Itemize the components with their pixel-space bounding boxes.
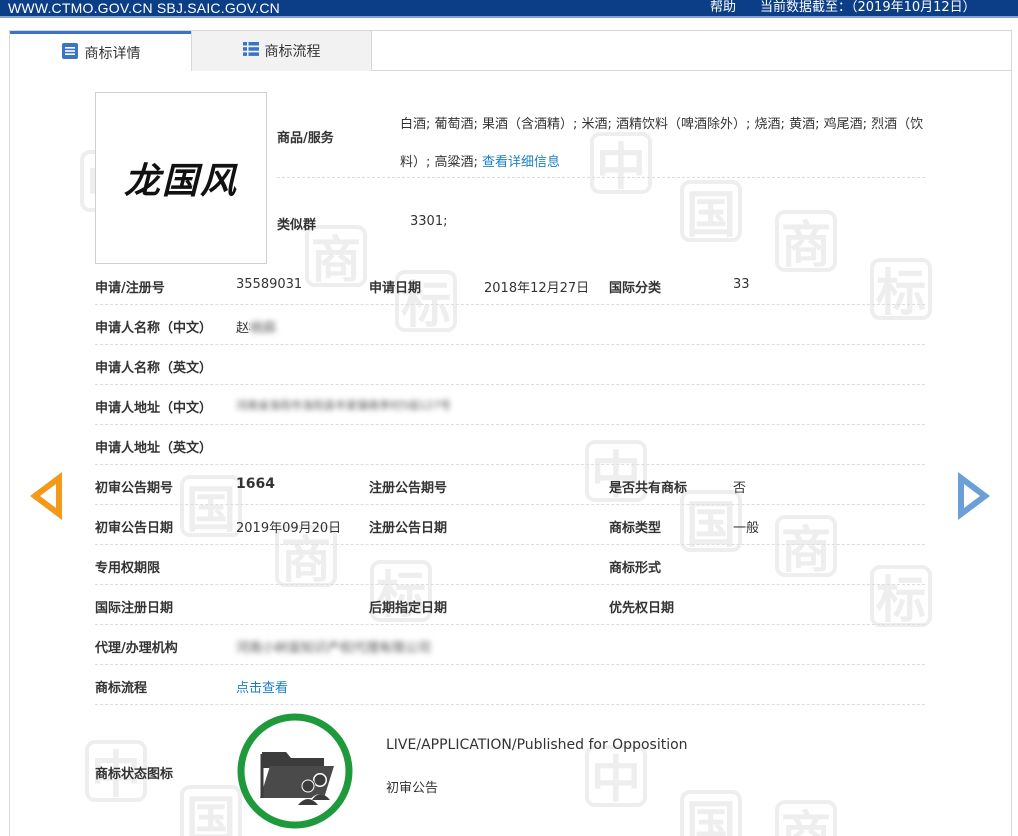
tab-label: 商标流程: [264, 44, 321, 60]
priority-date-label: 优先权日期: [609, 601, 675, 616]
divider: [95, 664, 925, 665]
data-date-note: 当前数据截至：（2019年10月12日）: [760, 0, 976, 15]
similar-group-label: 类似群: [277, 218, 317, 233]
status-chinese: 初审公告: [386, 781, 439, 796]
watermark-glyph: 商: [775, 515, 837, 579]
applicant-en-label: 申请人名称（英文）: [95, 361, 213, 376]
watermark-glyph: 国: [680, 790, 742, 836]
mark-type-value: 一般: [733, 521, 760, 536]
address-cn-label: 申请人地址（中文）: [95, 401, 213, 416]
shared-mark-label: 是否共有商标: [609, 481, 688, 496]
applicant-cn-value: 赵桃蒜桃蒜: [236, 317, 278, 336]
tab-label: 商标详情: [84, 46, 141, 62]
help-link[interactable]: 帮助: [710, 0, 736, 16]
prelim-issue-value: 1664: [236, 476, 275, 492]
address-cn-value: 河南省洛阳市洛阳县辛家镇南李村5组127号: [236, 399, 451, 412]
divider: [95, 464, 925, 465]
watermark-glyph: 商: [305, 225, 367, 289]
intl-reg-date-label: 国际注册日期: [95, 601, 174, 616]
divider: [95, 544, 925, 545]
shared-mark-value: 否: [733, 481, 747, 496]
divider: [95, 504, 925, 505]
later-designation-label: 后期指定日期: [369, 601, 448, 616]
trademark-image: 龙国风: [95, 92, 267, 264]
next-arrow-icon[interactable]: [958, 472, 990, 520]
reg-date-label: 注册公告日期: [369, 521, 448, 536]
agent-value: 河南小树苗知识产权代理有限公司: [236, 641, 432, 656]
tab-bar: 商标详情 商标流程: [10, 31, 1011, 72]
trademark-mark-text: 龙国风: [123, 160, 238, 202]
divider: [95, 704, 925, 705]
intl-class-value: 33: [733, 277, 750, 292]
goods-label: 商品/服务: [277, 131, 334, 146]
process-view-link[interactable]: 点击查看: [236, 677, 288, 696]
watermark-glyph: 商: [775, 210, 837, 274]
reg-no-label: 申请/注册号: [95, 281, 165, 296]
site-urls[interactable]: WWW.CTMO.GOV.CN SBJ.SAIC.GOV.CN: [8, 0, 280, 16]
divider: [95, 304, 925, 305]
divider: [95, 584, 925, 585]
goods-value: 白酒; 葡萄酒; 果酒（含酒精）; 米酒; 酒精饮料（啤酒除外）; 烧酒; 黄酒…: [400, 117, 924, 170]
process-label: 商标流程: [95, 681, 148, 696]
divider: [95, 384, 925, 385]
prelim-issue-label: 初审公告期号: [95, 481, 174, 496]
document-list-icon: [61, 42, 79, 64]
status-english: LIVE/APPLICATION/Published for Oppositio…: [386, 737, 688, 753]
app-date-value: 2018年12月27日: [484, 281, 590, 296]
divider: [95, 624, 925, 625]
similar-group-value: 3301;: [410, 214, 448, 229]
mark-form-label: 商标形式: [609, 561, 662, 576]
prelim-date-label: 初审公告日期: [95, 521, 174, 536]
applicant-cn-label: 申请人名称（中文）: [95, 321, 213, 336]
status-folder-icon: [236, 712, 354, 830]
divider: [95, 344, 925, 345]
watermark-glyph: 商: [775, 800, 837, 836]
watermark-glyph: 中: [585, 745, 647, 809]
tab-trademark-detail[interactable]: 商标详情: [10, 31, 191, 72]
watermark-glyph: 标: [870, 565, 932, 629]
watermark-glyph: 国: [680, 180, 742, 244]
previous-arrow-icon[interactable]: [30, 472, 62, 520]
watermark-glyph: 国: [180, 785, 242, 836]
tab-trademark-process[interactable]: 商标流程: [191, 31, 372, 71]
exclusive-period-label: 专用权期限: [95, 561, 161, 576]
mark-type-label: 商标类型: [609, 521, 662, 536]
divider: [95, 424, 925, 425]
app-date-label: 申请日期: [369, 281, 422, 296]
reg-issue-label: 注册公告期号: [369, 481, 448, 496]
redacted-text: 桃蒜: [250, 321, 277, 336]
prelim-date-value: 2019年09月20日: [236, 521, 342, 536]
intl-class-label: 国际分类: [609, 281, 662, 296]
address-en-label: 申请人地址（英文）: [95, 441, 213, 456]
watermark-glyph: 标: [870, 258, 932, 322]
reg-no-value: 35589031: [236, 277, 303, 292]
grid-list-icon: [242, 41, 259, 61]
top-bar: WWW.CTMO.GOV.CN SBJ.SAIC.GOV.CN 帮助 当前数据截…: [0, 0, 1018, 18]
agent-label: 代理/办理机构: [95, 641, 178, 656]
goods-services: 白酒; 葡萄酒; 果酒（含酒精）; 米酒; 酒精饮料（啤酒除外）; 烧酒; 黄酒…: [400, 106, 930, 182]
status-icon-label: 商标状态图标: [95, 767, 174, 782]
watermark-glyph: 国: [180, 475, 242, 539]
view-detail-link[interactable]: 查看详细信息: [482, 155, 560, 170]
